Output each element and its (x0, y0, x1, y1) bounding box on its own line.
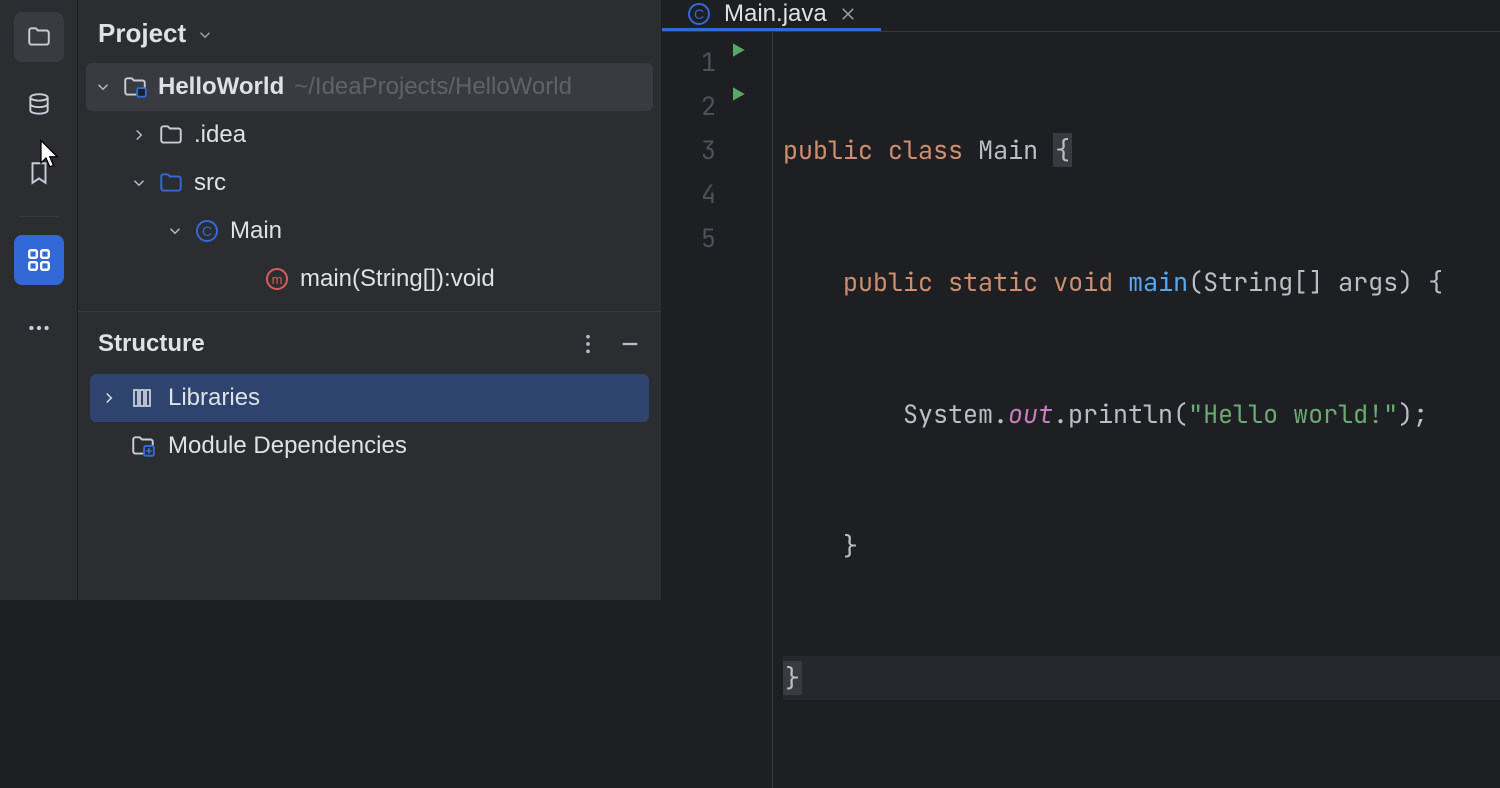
code-body[interactable]: public class Main { public static void m… (772, 32, 1500, 788)
run-gutter (728, 32, 772, 788)
project-tree: HelloWorld ~/IdeaProjects/HelloWorld .id… (78, 63, 661, 311)
libraries-icon (130, 385, 156, 411)
tree-root-path: ~/IdeaProjects/HelloWorld (294, 73, 572, 101)
tree-item-main-method[interactable]: m main(String[]):void (86, 255, 653, 303)
class-icon: C (686, 1, 712, 27)
svg-text:C: C (694, 6, 704, 22)
folder-icon (158, 122, 184, 148)
folder-icon (26, 24, 52, 50)
structure-item-label: Module Dependencies (168, 432, 407, 460)
line-number[interactable]: 2 (662, 84, 716, 128)
editor-tab-main[interactable]: C Main.java (662, 0, 881, 31)
tree-item-main-class[interactable]: C Main (86, 207, 653, 255)
tree-item-label: .idea (194, 121, 246, 149)
database-icon (26, 92, 52, 118)
tree-item-src[interactable]: src (86, 159, 653, 207)
side-panel: Project HelloWorld ~/IdeaProjects/HelloW… (78, 0, 662, 600)
chevron-down-icon[interactable] (130, 174, 148, 192)
chevron-down-icon (196, 26, 212, 42)
structure-item-module-deps[interactable]: Module Dependencies (90, 422, 649, 470)
chevron-down-icon[interactable] (94, 78, 112, 96)
left-toolstrip (0, 0, 78, 600)
source-folder-icon (158, 170, 184, 196)
code-editor[interactable]: 1 2 3 4 5 public class Main { public sta… (662, 32, 1500, 788)
line-number[interactable]: 3 (662, 128, 716, 172)
line-number-gutter: 1 2 3 4 5 (662, 32, 728, 788)
run-line-button[interactable] (728, 84, 772, 128)
line-number[interactable]: 5 (662, 216, 716, 260)
tree-item-label: src (194, 169, 226, 197)
project-panel-header[interactable]: Project (78, 0, 661, 63)
structure-panel-title: Structure (98, 330, 205, 358)
tree-item-label: Main (230, 217, 282, 245)
chevron-down-icon[interactable] (166, 222, 184, 240)
chevron-right-icon[interactable] (130, 126, 148, 144)
module-folder-icon (122, 74, 148, 100)
editor-tabs: C Main.java (662, 0, 1500, 32)
structure-item-libraries[interactable]: Libraries (90, 374, 649, 422)
structure-item-label: Libraries (168, 384, 260, 412)
tree-item-idea[interactable]: .idea (86, 111, 653, 159)
tree-root-name: HelloWorld (158, 73, 284, 101)
class-icon: C (194, 218, 220, 244)
editor-area: C Main.java 1 2 3 4 5 public class Main … (662, 0, 1500, 600)
line-number[interactable]: 1 (662, 40, 716, 84)
bookmark-icon (26, 160, 52, 186)
method-icon: m (264, 266, 290, 292)
structure-panel-header: Structure (78, 311, 661, 368)
project-panel-title: Project (98, 18, 186, 49)
toolstrip-database-button[interactable] (14, 80, 64, 130)
svg-text:C: C (202, 223, 212, 239)
toolstrip-bookmark-button[interactable] (14, 148, 64, 198)
structure-options-button[interactable] (577, 333, 599, 355)
svg-text:m: m (272, 272, 283, 287)
grid-icon (26, 247, 52, 273)
line-number[interactable]: 4 (662, 172, 716, 216)
toolstrip-more-button[interactable] (14, 303, 64, 353)
tree-item-label: main(String[]):void (300, 265, 495, 293)
more-horizontal-icon (26, 315, 52, 341)
structure-minimize-button[interactable] (619, 333, 641, 355)
toolstrip-project-button[interactable] (14, 12, 64, 62)
close-tab-button[interactable] (839, 5, 857, 23)
run-line-button[interactable] (728, 40, 772, 84)
toolstrip-structure-button[interactable] (14, 235, 64, 285)
tree-root[interactable]: HelloWorld ~/IdeaProjects/HelloWorld (86, 63, 653, 111)
chevron-right-icon[interactable] (100, 389, 118, 407)
editor-tab-filename: Main.java (724, 0, 827, 28)
module-deps-icon (130, 433, 156, 459)
toolstrip-divider (19, 216, 59, 217)
